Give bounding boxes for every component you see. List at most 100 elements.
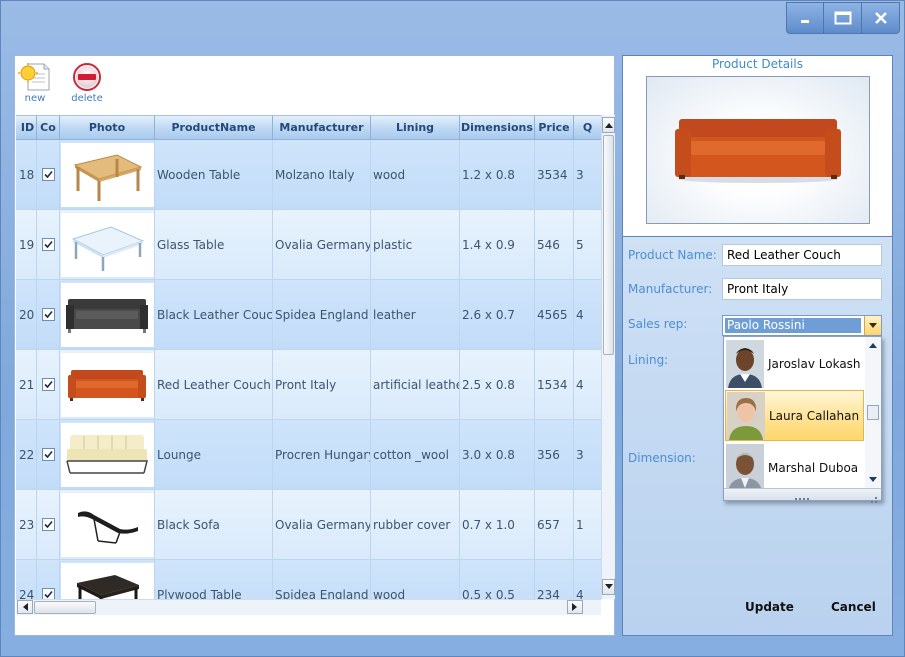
sales-rep-option[interactable]: Laura Callahan	[725, 390, 864, 441]
product-name-input[interactable]	[722, 244, 882, 266]
column-header-q[interactable]: Q	[574, 115, 602, 140]
column-header-manufacturer[interactable]: Manufacturer	[273, 115, 371, 140]
row-checkbox[interactable]	[41, 518, 55, 531]
cell-q[interactable]: 4	[574, 560, 602, 599]
update-button[interactable]: Update	[739, 596, 800, 618]
table-row[interactable]: 21 Red Leather Couch Pront Italy artificial…	[16, 350, 602, 420]
row-checkbox[interactable]	[41, 238, 55, 251]
table-row[interactable]: 20 Black Leather Couch Spidea England leath…	[16, 280, 602, 350]
grid-vertical-scrollbar[interactable]	[601, 115, 615, 599]
cell-dimensions[interactable]: 1.4 x 0.9	[460, 210, 535, 280]
column-header-photo[interactable]: Photo	[60, 115, 155, 140]
close-button[interactable]	[862, 2, 900, 34]
cell-photo[interactable]	[60, 420, 155, 490]
cell-id[interactable]: 20	[16, 280, 37, 350]
cell-product-name[interactable]: Red Leather Couch	[155, 350, 273, 420]
dropdown-scroll-thumb[interactable]	[867, 405, 879, 420]
grid-horizontal-scrollbar[interactable]	[16, 599, 601, 615]
maximize-button[interactable]	[824, 2, 862, 34]
cell-id[interactable]: 18	[16, 140, 37, 210]
cell-q[interactable]: 5	[574, 210, 602, 280]
cell-photo[interactable]	[60, 490, 155, 560]
cell-price[interactable]: 234	[535, 560, 574, 599]
cell-photo[interactable]	[60, 350, 155, 420]
cell-dimensions[interactable]: 1.2 x 0.8	[460, 140, 535, 210]
cell-photo[interactable]	[60, 210, 155, 280]
cell-lining[interactable]: plastic	[371, 210, 460, 280]
cell-co[interactable]	[37, 420, 60, 490]
dropdown-scrollbar[interactable]	[865, 337, 881, 488]
row-checkbox[interactable]	[41, 168, 55, 181]
table-row[interactable]: 19 Glass Table Ovalia Germany plastic 1.4 x …	[16, 210, 602, 280]
cell-product-name[interactable]: Plywood Table	[155, 560, 273, 599]
row-checkbox[interactable]	[41, 588, 55, 599]
cell-dimensions[interactable]: 3.0 x 0.8	[460, 420, 535, 490]
cell-lining[interactable]: leather	[371, 280, 460, 350]
cell-q[interactable]: 3	[574, 420, 602, 490]
cell-id[interactable]: 19	[16, 210, 37, 280]
cell-lining[interactable]: wood	[371, 140, 460, 210]
cell-q[interactable]: 4	[574, 350, 602, 420]
cell-price[interactable]: 657	[535, 490, 574, 560]
table-row[interactable]: 18 Wooden Table Molzano Italy wood 1.2 x 0.8…	[16, 140, 602, 210]
scroll-right-button[interactable]	[567, 600, 583, 614]
column-header-co[interactable]: Co	[37, 115, 60, 140]
cell-co[interactable]	[37, 280, 60, 350]
delete-button[interactable]: delete	[67, 62, 107, 104]
cell-price[interactable]: 3534	[535, 140, 574, 210]
column-header-price[interactable]: Price	[535, 115, 574, 140]
column-header-lining[interactable]: Lining	[371, 115, 460, 140]
column-header-dimensions[interactable]: Dimensions	[460, 115, 535, 140]
cell-id[interactable]: 24	[16, 560, 37, 599]
cell-id[interactable]: 23	[16, 490, 37, 560]
cancel-button[interactable]: Cancel	[825, 596, 882, 618]
cell-id[interactable]: 21	[16, 350, 37, 420]
cell-dimensions[interactable]: 2.5 x 0.8	[460, 350, 535, 420]
cell-product-name[interactable]: Glass Table	[155, 210, 273, 280]
cell-q[interactable]: 4	[574, 280, 602, 350]
column-header-productname[interactable]: ProductName	[155, 115, 273, 140]
cell-product-name[interactable]: Black Sofa	[155, 490, 273, 560]
cell-co[interactable]	[37, 140, 60, 210]
cell-manufacturer[interactable]: Pront Italy	[273, 350, 371, 420]
cell-price[interactable]: 1534	[535, 350, 574, 420]
table-row[interactable]: 22 Lounge Procren Hungary cotton _wool 3.0 x…	[16, 420, 602, 490]
cell-dimensions[interactable]: 2.6 x 0.7	[460, 280, 535, 350]
cell-lining[interactable]: cotton _wool	[371, 420, 460, 490]
scroll-down-button[interactable]	[602, 579, 615, 595]
cell-q[interactable]: 1	[574, 490, 602, 560]
row-checkbox[interactable]	[41, 448, 55, 461]
row-checkbox[interactable]	[41, 308, 55, 321]
cell-manufacturer[interactable]: Ovalia Germany	[273, 210, 371, 280]
cell-lining[interactable]: wood	[371, 560, 460, 599]
sales-rep-selected-text[interactable]: Paolo Rossini	[725, 318, 861, 333]
scroll-up-button[interactable]	[602, 117, 615, 133]
cell-price[interactable]: 4565	[535, 280, 574, 350]
table-row[interactable]: 24 Plywood Table Spidea England wood 0.5 x 0…	[16, 560, 602, 599]
sales-rep-option[interactable]: Marshal Duboa	[725, 442, 864, 493]
minimize-button[interactable]	[786, 2, 824, 34]
cell-photo[interactable]	[60, 140, 155, 210]
sales-rep-dropdown-button[interactable]	[864, 316, 881, 335]
cell-co[interactable]	[37, 210, 60, 280]
cell-id[interactable]: 22	[16, 420, 37, 490]
cell-manufacturer[interactable]: Spidea England	[273, 280, 371, 350]
column-header-id[interactable]: ID	[16, 115, 37, 140]
cell-price[interactable]: 546	[535, 210, 574, 280]
scroll-left-button[interactable]	[17, 600, 33, 614]
cell-photo[interactable]	[60, 560, 155, 599]
cell-q[interactable]: 3	[574, 140, 602, 210]
cell-lining[interactable]: artificial leather	[371, 350, 460, 420]
sales-rep-combobox[interactable]: Paolo Rossini	[722, 315, 882, 336]
cell-co[interactable]	[37, 560, 60, 599]
cell-manufacturer[interactable]: Procren Hungary	[273, 420, 371, 490]
cell-product-name[interactable]: Black Leather Couch	[155, 280, 273, 350]
table-row[interactable]: 23 Black Sofa Ovalia Germany rubber cover 0.…	[16, 490, 602, 560]
vertical-scroll-thumb[interactable]	[603, 135, 614, 355]
cell-co[interactable]	[37, 490, 60, 560]
cell-dimensions[interactable]: 0.5 x 0.5	[460, 560, 535, 599]
sales-rep-option[interactable]: Jaroslav Lokash	[725, 338, 864, 389]
cell-product-name[interactable]: Lounge	[155, 420, 273, 490]
manufacturer-input[interactable]	[722, 278, 882, 300]
cell-photo[interactable]	[60, 280, 155, 350]
